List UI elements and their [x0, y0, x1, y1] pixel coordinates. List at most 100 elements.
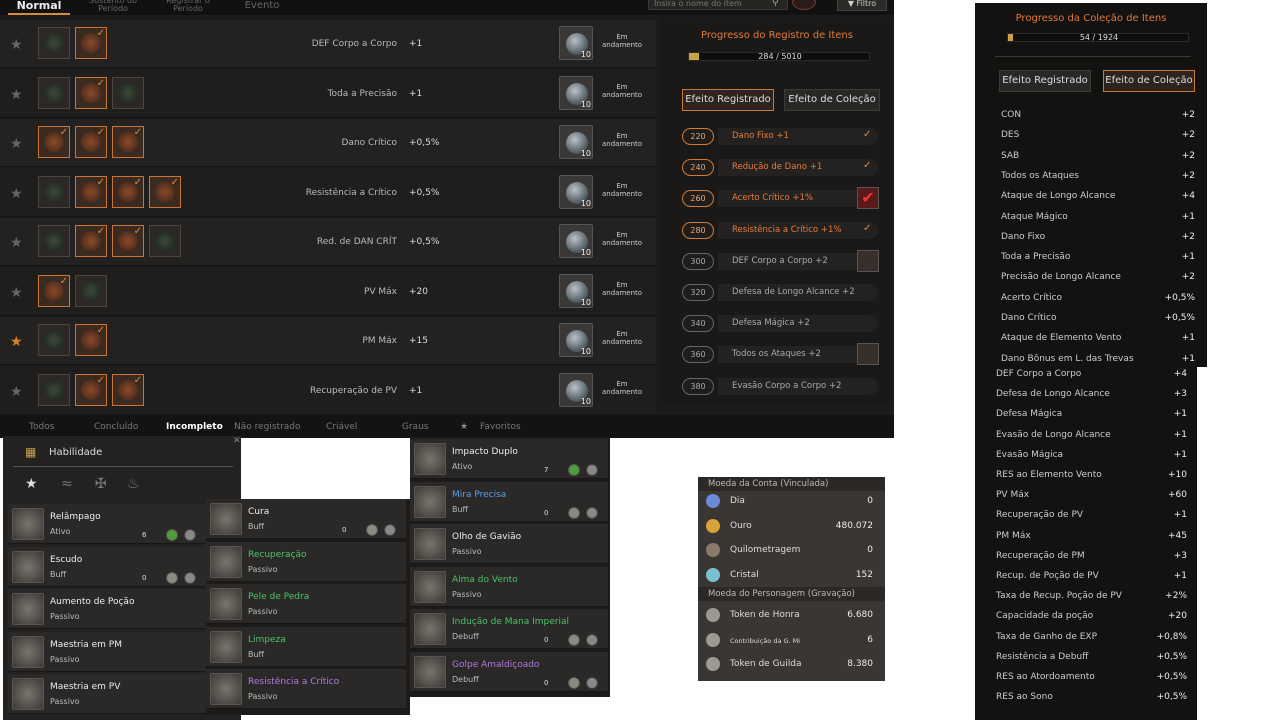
- item-slot[interactable]: [112, 76, 144, 109]
- item-slot[interactable]: ✓: [149, 175, 181, 208]
- item-slot[interactable]: ✓: [75, 225, 107, 257]
- search-input[interactable]: Insira o nome do item: [648, 0, 788, 10]
- close-icon[interactable]: ✕: [233, 436, 241, 446]
- item-slot[interactable]: [38, 225, 70, 257]
- collection-effect-button[interactable]: Efeito de Coleção: [784, 89, 880, 111]
- material-badge[interactable]: 10: [559, 75, 593, 110]
- skill-row[interactable]: Pele de Pedra Passivo: [206, 584, 406, 624]
- level-effect[interactable]: Defesa Mágica +2: [718, 315, 878, 333]
- skill-row[interactable]: Impacto Duplo Ativo 7: [410, 439, 608, 479]
- item-row[interactable]: ★ ✓ ✓ ✓ Resistência a Crítico +0,5% 10 Em andam…: [0, 168, 656, 217]
- item-slot[interactable]: ✓: [75, 373, 107, 406]
- skill-row[interactable]: Resistência a Crítico Passivo: [206, 669, 406, 709]
- material-badge[interactable]: 10: [559, 372, 593, 407]
- favorite-star-icon[interactable]: ★: [10, 334, 23, 350]
- item-slot[interactable]: ✓: [112, 126, 144, 158]
- item-row[interactable]: ★ ✓ DEF Corpo a Corpo +1 10 Em andamento: [0, 20, 656, 68]
- item-slot[interactable]: ✓: [112, 373, 144, 406]
- skill-row[interactable]: Olho de Gavião Passivo: [410, 524, 608, 564]
- auto-use-toggle-icon[interactable]: [568, 634, 580, 646]
- skill-category-bow-icon[interactable]: ✠: [95, 476, 107, 492]
- item-slot[interactable]: ✓: [112, 175, 144, 208]
- level-effect[interactable]: Evasão Corpo a Corpo +2: [718, 377, 878, 395]
- favorite-star-icon[interactable]: ★: [10, 384, 23, 400]
- auto-use-toggle-icon[interactable]: [366, 524, 378, 536]
- material-badge[interactable]: 10: [559, 125, 593, 159]
- tab-concluido[interactable]: Concluído: [94, 422, 138, 432]
- level-effect[interactable]: Resistência a Crítico +1%: [718, 221, 878, 239]
- claim-check-icon[interactable]: ✔: [857, 187, 879, 210]
- level-effect[interactable]: Defesa de Longo Alcance +2: [718, 284, 878, 301]
- item-slot[interactable]: ✓: [75, 76, 107, 109]
- auto-use-toggle-icon[interactable]: [568, 464, 580, 476]
- skill-row[interactable]: Recuperação Passivo: [206, 541, 406, 582]
- item-slot[interactable]: [38, 27, 70, 59]
- favorite-star-icon[interactable]: ★: [10, 186, 23, 202]
- item-row[interactable]: ★ ✓ PV Máx +20 10 Em andamento: [0, 267, 656, 316]
- skill-row[interactable]: Escudo Buff 0: [8, 546, 206, 587]
- tab-incompleto[interactable]: Incompleto: [166, 422, 223, 432]
- tab-graus[interactable]: Graus: [402, 422, 429, 432]
- skill-row[interactable]: Maestria em PM Passivo: [8, 631, 206, 672]
- auto-use-toggle-icon[interactable]: [568, 506, 580, 519]
- favorite-star-icon[interactable]: ★: [10, 235, 23, 251]
- item-slot[interactable]: [75, 274, 107, 307]
- reward-item-icon[interactable]: [857, 249, 879, 272]
- item-row[interactable]: ★ ✓ PM Máx +15 10 Em andamento: [0, 317, 656, 365]
- item-slot[interactable]: ✓: [75, 324, 107, 356]
- tab-todos[interactable]: Todos: [29, 422, 54, 432]
- skill-settings-icon[interactable]: [586, 676, 598, 689]
- skill-row[interactable]: Alma do Vento Passivo: [410, 566, 608, 607]
- auto-use-toggle-icon[interactable]: [166, 529, 178, 541]
- item-slot[interactable]: [38, 324, 70, 356]
- tab-nao-registrado[interactable]: Não registrado: [234, 422, 301, 432]
- item-slot[interactable]: ✓: [38, 126, 70, 158]
- tab-registrar-periodo[interactable]: Registrar o Período: [156, 0, 220, 13]
- material-badge[interactable]: 10: [559, 323, 593, 357]
- skill-settings-icon[interactable]: [586, 506, 598, 519]
- tab-normal[interactable]: Normal: [8, 0, 70, 15]
- registered-effect-button[interactable]: Efeito Registrado: [999, 70, 1091, 92]
- skill-settings-icon[interactable]: [184, 529, 196, 541]
- filter-button[interactable]: ▼ Filtro: [837, 0, 887, 11]
- reward-item-icon[interactable]: [857, 343, 879, 366]
- search-icon[interactable]: ⚲: [772, 0, 782, 8]
- collection-effect-button[interactable]: Efeito de Coleção: [1103, 70, 1195, 92]
- material-badge[interactable]: 10: [559, 174, 593, 209]
- skill-category-flame-icon[interactable]: ♨: [127, 476, 140, 492]
- level-effect[interactable]: Dano Fixo +1: [718, 128, 878, 145]
- favorite-star-icon[interactable]: ★: [10, 285, 23, 301]
- level-effect[interactable]: Todos os Ataques +2: [718, 346, 878, 364]
- item-slot[interactable]: ✓: [38, 274, 70, 307]
- skill-row[interactable]: Limpeza Buff: [206, 626, 406, 667]
- auto-use-toggle-icon[interactable]: [568, 676, 580, 689]
- item-slot[interactable]: [38, 76, 70, 109]
- skill-settings-icon[interactable]: [384, 524, 396, 536]
- level-effect[interactable]: Redução de Dano +1: [718, 159, 878, 177]
- skill-row[interactable]: Mira Precisa Buff 0: [410, 481, 608, 522]
- level-effect[interactable]: Acerto Crítico +1%: [718, 190, 878, 208]
- item-slot[interactable]: ✓: [112, 225, 144, 257]
- item-slot[interactable]: [38, 175, 70, 208]
- favorite-star-icon[interactable]: ★: [10, 87, 23, 103]
- skill-settings-icon[interactable]: [586, 464, 598, 476]
- skill-row[interactable]: Aumento de Poção Passivo: [8, 589, 206, 629]
- skill-category-lightning-icon[interactable]: ★: [25, 476, 38, 492]
- skill-row[interactable]: Cura Buff 0: [206, 499, 406, 539]
- favorite-star-icon[interactable]: ★: [10, 136, 23, 152]
- item-slot[interactable]: ✓: [75, 175, 107, 208]
- item-row[interactable]: ★ ✓ ✓ Recuperação de PV +1 10 Em andamento: [0, 366, 656, 415]
- tab-favoritos[interactable]: Favoritos: [480, 422, 521, 432]
- skill-row[interactable]: Golpe Amaldiçoado Debuff 0: [410, 651, 608, 692]
- item-row[interactable]: ★ ✓ ✓ Red. de DAN CRÍT +0,5% 10 Em andamento: [0, 218, 656, 266]
- registered-effect-button[interactable]: Efeito Registrado: [682, 89, 774, 111]
- material-badge[interactable]: 10: [559, 26, 593, 60]
- tab-criavel[interactable]: Criável: [326, 422, 357, 432]
- material-badge[interactable]: 10: [559, 224, 593, 258]
- skill-row[interactable]: Relâmpago Ativo 6: [8, 504, 206, 544]
- skill-row[interactable]: Maestria em PV Passivo: [8, 674, 206, 714]
- item-slot[interactable]: ✓: [75, 27, 107, 59]
- favorite-star-icon[interactable]: ★: [10, 37, 23, 53]
- item-row[interactable]: ★ ✓ Toda a Precisão +1 10 Em andamento: [0, 69, 656, 118]
- skill-category-wing-icon[interactable]: ≈: [61, 476, 73, 492]
